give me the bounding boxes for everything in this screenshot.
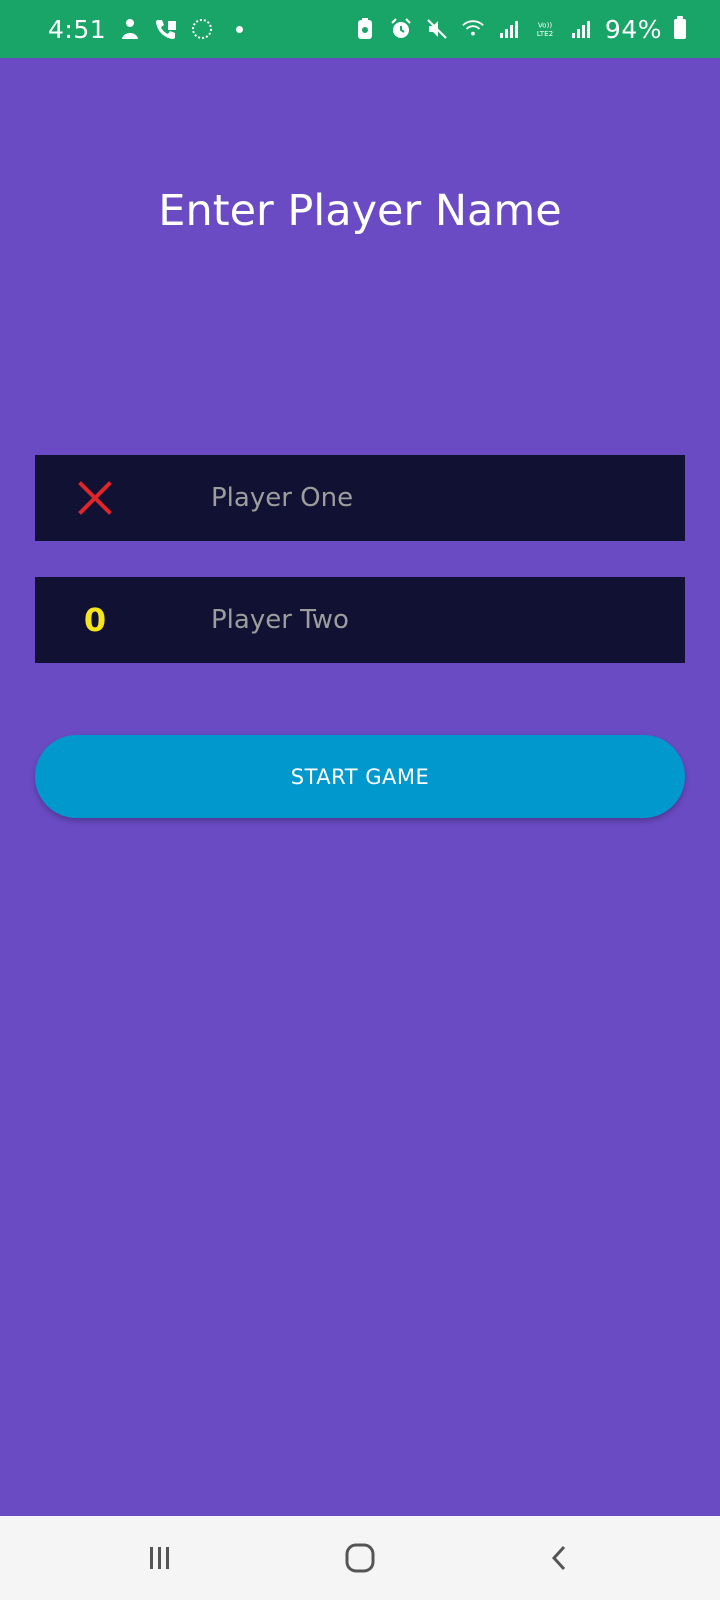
svg-text:Vo)): Vo)) (538, 20, 553, 29)
alarm-icon (389, 17, 413, 41)
status-bar-right: Vo)) LTE2 94% (353, 15, 686, 44)
battery-saver-icon (353, 17, 377, 41)
signal-icon (569, 17, 593, 41)
x-mark-icon (35, 455, 155, 541)
svg-text:LTE2: LTE2 (537, 29, 554, 38)
navigation-bar (0, 1516, 720, 1600)
status-time: 4:51 (48, 14, 107, 44)
wifi-icon (461, 17, 485, 41)
player-two-mark: 0 (83, 601, 107, 639)
person-icon (118, 17, 142, 41)
notification-dot (236, 25, 244, 33)
page-title: Enter Player Name (158, 186, 562, 236)
status-bar: 4:51 Vo)) LTE2 94% (0, 0, 720, 58)
phone-call-icon (154, 17, 178, 41)
volte-lte2-icon: Vo)) LTE2 (533, 17, 557, 41)
player-two-name-input[interactable] (155, 577, 685, 663)
signal-icon (497, 17, 521, 41)
sync-icon (190, 17, 214, 41)
start-game-button[interactable]: START GAME (35, 735, 685, 818)
charging-battery-icon (674, 16, 686, 39)
battery-percent: 94% (604, 14, 662, 44)
recent-apps-icon[interactable] (120, 1528, 200, 1588)
mute-icon (425, 17, 449, 41)
status-bar-left: 4:51 (48, 14, 244, 44)
player-two-row: 0 (35, 577, 685, 663)
player-one-name-input[interactable] (155, 455, 685, 541)
back-icon[interactable] (520, 1528, 600, 1588)
player-one-row (35, 455, 685, 541)
home-icon[interactable] (320, 1528, 400, 1588)
